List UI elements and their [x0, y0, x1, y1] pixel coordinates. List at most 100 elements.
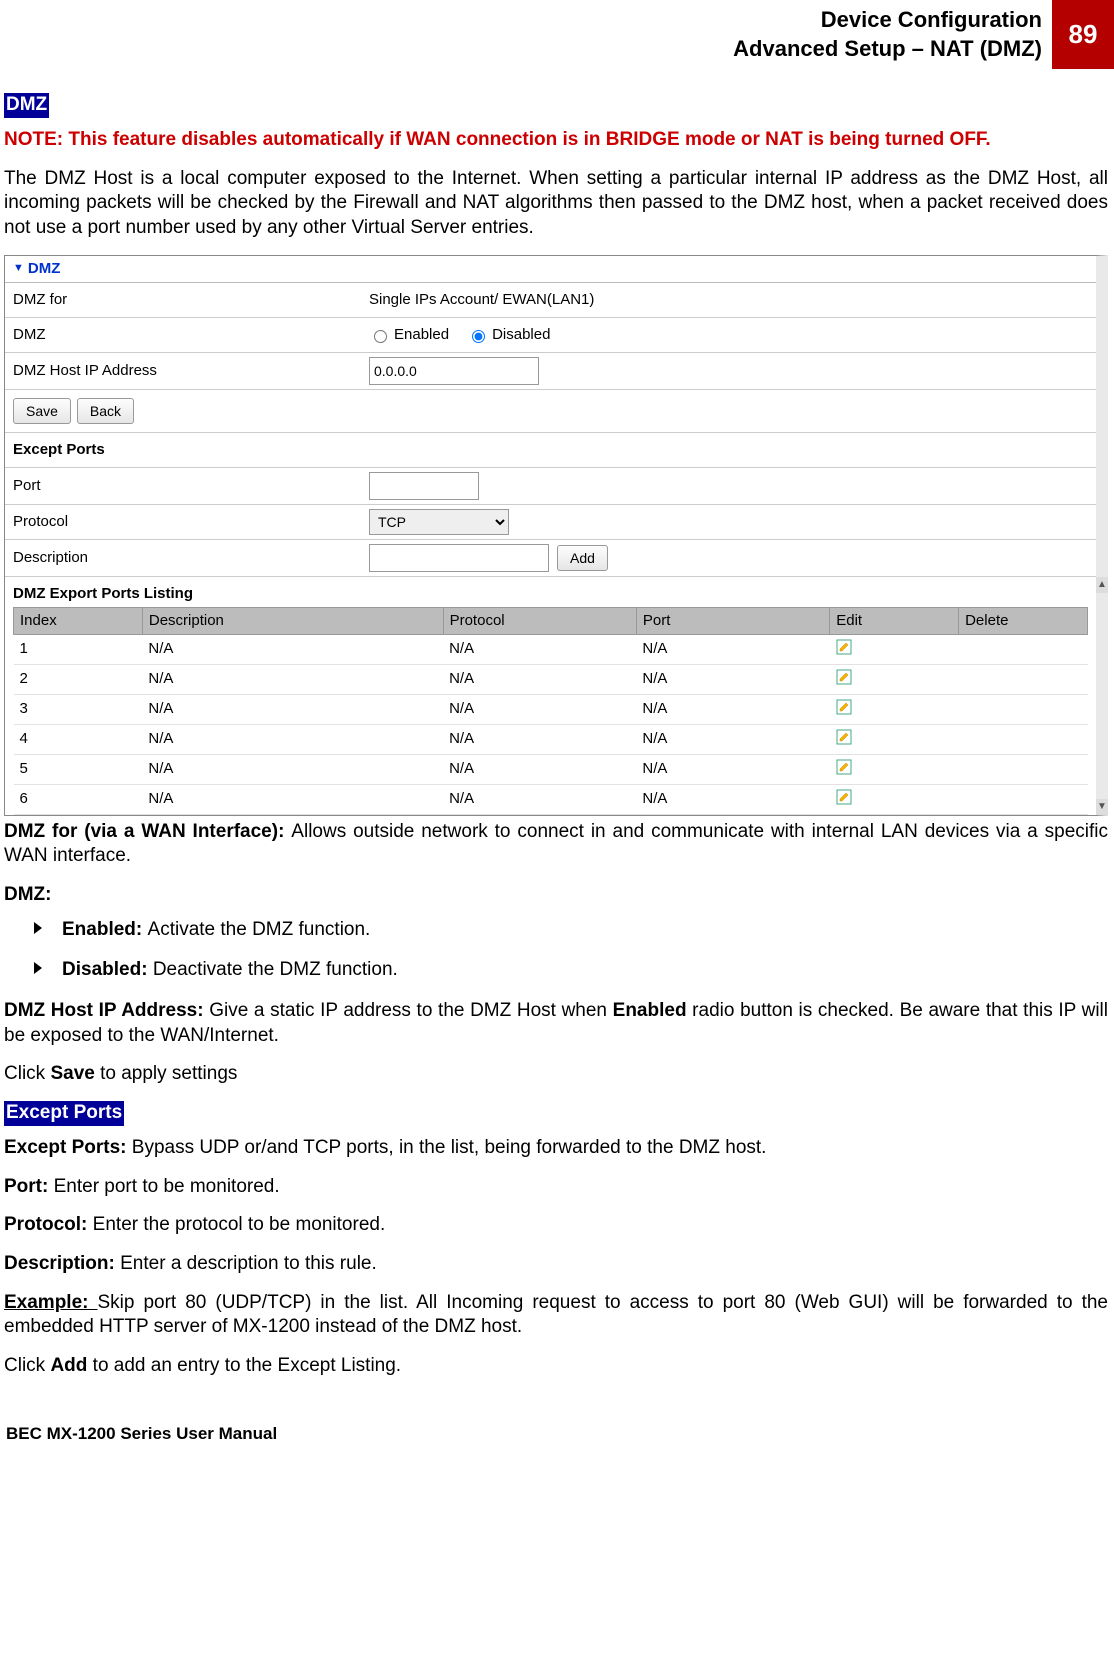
col-port: Port — [636, 607, 829, 634]
dmz-enabled-radio[interactable] — [374, 330, 387, 343]
cell-description: N/A — [142, 694, 443, 724]
cell-edit — [830, 724, 959, 754]
dmz-host-ip-input[interactable] — [369, 357, 539, 385]
cell-protocol: N/A — [443, 664, 636, 694]
desc-except-ports: Except Ports: Bypass UDP or/and TCP port… — [4, 1136, 1108, 1161]
edit-icon[interactable] — [836, 669, 852, 685]
cell-edit — [830, 664, 959, 694]
dmz-section-badge: DMZ — [4, 93, 49, 118]
save-t2: to apply settings — [95, 1063, 238, 1084]
cell-port: N/A — [636, 694, 829, 724]
protocol-label: Protocol — [5, 507, 361, 537]
protocol-select[interactable]: TCP — [369, 509, 509, 535]
dmz-disabled-radio[interactable] — [472, 330, 485, 343]
descr-text: Enter a description to this rule. — [120, 1253, 377, 1274]
add-bold: Add — [50, 1355, 87, 1376]
cell-index: 5 — [14, 754, 143, 784]
cell-edit — [830, 634, 959, 664]
dmz-label: DMZ — [5, 320, 361, 350]
button-row: Save Back — [5, 390, 1096, 433]
ui-section-title: ▼ DMZ — [5, 256, 1096, 283]
cell-description: N/A — [142, 664, 443, 694]
desc-click-save: Click Save to apply settings — [4, 1062, 1108, 1087]
header-line1: Device Configuration — [733, 6, 1042, 35]
cell-index: 3 — [14, 694, 143, 724]
cell-port: N/A — [636, 664, 829, 694]
cell-delete — [959, 634, 1088, 664]
scroll-up-icon[interactable]: ▲ — [1096, 577, 1108, 593]
port-input[interactable] — [369, 472, 479, 500]
except-ports-badge: Except Ports — [4, 1101, 124, 1126]
edit-icon[interactable] — [836, 729, 852, 745]
description-label: Description — [5, 543, 361, 573]
footer-text: BEC MX-1200 Series User Manual — [0, 1393, 1114, 1445]
cell-edit — [830, 754, 959, 784]
edit-icon[interactable] — [836, 789, 852, 805]
cell-description: N/A — [142, 634, 443, 664]
col-description: Description — [142, 607, 443, 634]
col-index: Index — [14, 607, 143, 634]
listing-title: DMZ Export Ports Listing — [13, 585, 1088, 607]
add-button[interactable]: Add — [557, 545, 608, 571]
desc-host-ip: DMZ Host IP Address: Give a static IP ad… — [4, 999, 1108, 1048]
row-port: Port — [5, 468, 1096, 505]
cell-index: 4 — [14, 724, 143, 754]
except-text: Bypass UDP or/and TCP ports, in the list… — [132, 1137, 767, 1158]
except-bold: Except Ports: — [4, 1137, 132, 1158]
cell-index: 6 — [14, 784, 143, 814]
row-dmz-toggle: DMZ Enabled Disabled — [5, 318, 1096, 353]
cell-port: N/A — [636, 754, 829, 784]
table-row: 4N/AN/AN/A — [14, 724, 1088, 754]
save-button[interactable]: Save — [13, 398, 71, 424]
scroll-down-icon[interactable]: ▼ — [1096, 799, 1108, 815]
page-number: 89 — [1052, 0, 1114, 69]
edit-icon[interactable] — [836, 759, 852, 775]
add-t1: Click — [4, 1355, 50, 1376]
desc-dmz-for-bold: DMZ for (via a WAN Interface): — [4, 821, 291, 842]
listing-area: ▲ ▼ DMZ Export Ports Listing Index Descr… — [5, 577, 1096, 815]
dmz-host-ip-label: DMZ Host IP Address — [5, 356, 361, 386]
dmz-disabled-label: Disabled — [492, 326, 550, 344]
col-protocol: Protocol — [443, 607, 636, 634]
row-description: Description Add — [5, 540, 1096, 577]
page-header: Device Configuration Advanced Setup – NA… — [0, 0, 1114, 69]
proto-bold: Protocol: — [4, 1214, 93, 1235]
cell-description: N/A — [142, 724, 443, 754]
example-text: Skip port 80 (UDP/TCP) in the list. All … — [4, 1292, 1108, 1338]
desc-port: Port: Enter port to be monitored. — [4, 1175, 1108, 1200]
cell-protocol: N/A — [443, 724, 636, 754]
enabled-text: Activate the DMZ function. — [148, 919, 371, 940]
row-dmz-host-ip: DMZ Host IP Address — [5, 353, 1096, 390]
dmz-enabled-label: Enabled — [394, 326, 449, 344]
desc-host-enabled-bold: Enabled — [613, 1000, 687, 1021]
cell-delete — [959, 784, 1088, 814]
desc-example: Example: Skip port 80 (UDP/TCP) in the l… — [4, 1291, 1108, 1340]
embedded-ui-screenshot: ▼ DMZ DMZ for Single IPs Account/ EWAN(L… — [4, 255, 1108, 816]
chevron-down-icon: ▼ — [13, 262, 24, 275]
proto-text: Enter the protocol to be monitored. — [93, 1214, 386, 1235]
bullet-icon — [34, 962, 42, 974]
bullet-icon — [34, 922, 42, 934]
desc-host-t1: Give a static IP address to the DMZ Host… — [209, 1000, 612, 1021]
desc-dmz-for: DMZ for (via a WAN Interface): Allows ou… — [4, 820, 1108, 869]
cell-protocol: N/A — [443, 754, 636, 784]
table-row: 3N/AN/AN/A — [14, 694, 1088, 724]
desc-protocol: Protocol: Enter the protocol to be monit… — [4, 1213, 1108, 1238]
edit-icon[interactable] — [836, 699, 852, 715]
header-title-block: Device Configuration Advanced Setup – NA… — [733, 0, 1052, 69]
except-ports-header: Except Ports — [5, 433, 1096, 468]
table-row: 6N/AN/AN/A — [14, 784, 1088, 814]
example-bold: Example: — [4, 1292, 98, 1313]
description-input[interactable] — [369, 544, 549, 572]
cell-delete — [959, 724, 1088, 754]
col-delete: Delete — [959, 607, 1088, 634]
dmz-options-list: Enabled: Activate the DMZ function. Disa… — [4, 918, 1108, 983]
cell-port: N/A — [636, 724, 829, 754]
cell-port: N/A — [636, 634, 829, 664]
port-text: Enter port to be monitored. — [54, 1176, 280, 1197]
port-label: Port — [5, 471, 361, 501]
disabled-bold: Disabled: — [62, 959, 153, 980]
cell-delete — [959, 754, 1088, 784]
back-button[interactable]: Back — [77, 398, 134, 424]
edit-icon[interactable] — [836, 639, 852, 655]
